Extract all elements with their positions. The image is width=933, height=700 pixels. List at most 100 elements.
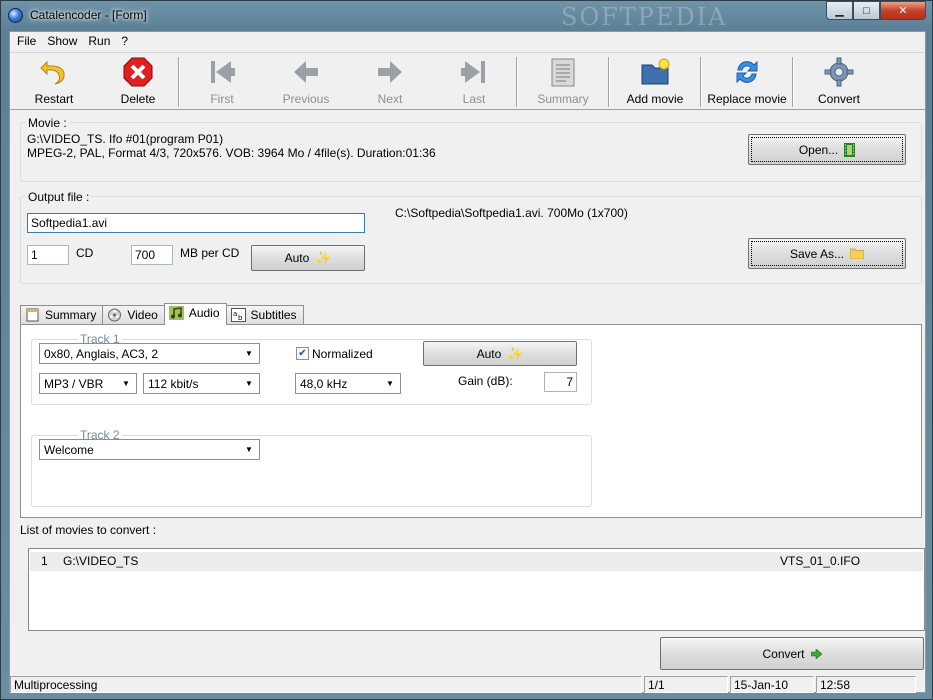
add-movie-label: Add movie [626,92,684,106]
first-icon [211,61,235,83]
restart-arrow-icon [40,60,65,85]
tab-summary-label: Summary [45,308,97,322]
movie-source: G:\VIDEO_TS. Ifo #01(program P01) [27,132,224,146]
movie-details: MPEG-2, PAL, Format 4/3, 720x576. VOB: 3… [27,146,436,160]
delete-label: Delete [120,92,156,106]
window-title: Catalencoder - [Form] [30,8,147,22]
output-auto-label: Auto [284,251,310,265]
menu-run[interactable]: Run [83,32,116,51]
movie-list[interactable]: 1 G:\VIDEO_TS VTS_01_0.IFO [28,548,925,631]
summary-tab-icon [26,308,39,322]
tab-subtitles[interactable]: ab Subtitles [225,305,304,325]
status-time: 12:58 [816,676,916,693]
cd-label: CD [76,246,94,260]
tab-summary[interactable]: Summary [20,305,104,325]
tab-audio[interactable]: Audio [163,303,227,325]
toolbar: Restart Delete First Previous Next Last … [10,52,925,110]
subtitles-ab-icon: ab [230,308,246,322]
replace-movie-button[interactable]: Replace movie [702,53,792,109]
menu-help[interactable]: ? [116,32,134,51]
maximize-button[interactable]: □ [853,1,880,20]
app-window: Catalencoder - [Form] SOFTPEDIA ▁ □ ✕ Fi… [0,0,933,700]
menu-file[interactable]: File [12,32,42,51]
summary-document-icon [551,58,575,87]
tab-audio-label: Audio [188,306,220,320]
cd-count-input[interactable]: 1 [27,245,69,265]
track2-stream-value: Welcome [44,443,94,457]
first-button[interactable]: First [180,53,264,109]
delete-x-icon [123,57,153,87]
output-group-label: Output file : [26,190,92,204]
track1-stream-value: 0x80, Anglais, AC3, 2 [44,347,159,361]
restart-button[interactable]: Restart [10,53,98,109]
codec-select[interactable]: MP3 / VBR ▼ [39,373,137,394]
gain-label: Gain (dB): [458,374,513,388]
tab-subtitles-label: Subtitles [250,308,297,322]
restart-label: Restart [34,92,74,106]
output-auto-button[interactable]: Auto ✨ [251,245,365,271]
output-path-info: C:\Softpedia\Softpedia1.avi. 700Mo (1x70… [395,206,628,220]
last-icon [461,61,485,83]
previous-label: Previous [282,92,330,106]
replace-movie-label: Replace movie [707,92,787,106]
movie-group-label: Movie : [26,116,69,130]
track2-stream-select[interactable]: Welcome ▼ [39,439,260,460]
track1-stream-select[interactable]: 0x80, Anglais, AC3, 2 ▼ [39,343,260,364]
last-label: Last [462,92,486,106]
magic-wand-icon: ✨ [507,345,524,361]
add-movie-folder-icon [641,58,670,85]
chevron-down-icon: ▼ [245,445,253,454]
mb-per-cd-input[interactable]: 700 [131,245,173,265]
svg-text:b: b [238,314,243,322]
title-bar[interactable]: Catalencoder - [Form] SOFTPEDIA ▁ □ ✕ [1,1,932,31]
app-globe-icon [8,8,23,23]
replace-refresh-icon [736,60,758,84]
previous-button[interactable]: Previous [264,53,348,109]
list-item[interactable]: 1 G:\VIDEO_TS VTS_01_0.IFO [30,552,923,571]
menu-bar: File Show Run ? [10,32,925,51]
summary-label: Summary [537,92,589,106]
samplerate-select[interactable]: 48,0 kHz ▼ [295,373,401,394]
save-as-label: Save As... [789,246,845,261]
codec-value: MP3 / VBR [44,377,104,391]
previous-arrow-icon [294,61,318,83]
add-movie-button[interactable]: Add movie [610,53,700,109]
chevron-down-icon: ▼ [245,349,253,358]
menu-show[interactable]: Show [42,32,83,51]
output-filename-input[interactable]: Softpedia1.avi [27,213,365,233]
convert-gear-icon [824,57,854,87]
status-page: 1/1 [644,676,728,693]
summary-button[interactable]: Summary [518,53,608,109]
status-date: 15-Jan-10 [730,676,814,693]
convert-button[interactable]: Convert [660,637,924,670]
movie-list-label: List of movies to convert : [20,523,157,537]
minimize-button[interactable]: ▁ [826,1,853,20]
list-item-file: VTS_01_0.IFO [780,554,861,568]
list-item-index: 1 [41,554,48,568]
normalized-label: Normalized [312,347,373,361]
status-mode: Multiprocessing [10,676,642,693]
gain-input[interactable]: 7 [544,372,577,392]
tab-video[interactable]: Video [102,305,165,325]
first-label: First [210,92,234,106]
film-icon [844,142,856,157]
last-button[interactable]: Last [432,53,516,109]
next-arrow-icon [378,61,402,83]
svg-text:a: a [233,310,237,318]
next-button[interactable]: Next [348,53,432,109]
audio-auto-button[interactable]: Auto ✨ [423,341,577,366]
bitrate-select[interactable]: 112 kbit/s ▼ [143,373,260,394]
open-button[interactable]: Open... [748,134,906,165]
music-note-icon [168,306,184,320]
delete-button[interactable]: Delete [98,53,178,109]
chevron-down-icon: ▼ [122,379,130,388]
softpedia-watermark: SOFTPEDIA [561,3,728,31]
settings-tabs: Summary Video Audio ab Subtitles [20,303,304,325]
close-button[interactable]: ✕ [880,1,926,20]
magic-wand-icon: ✨ [315,250,332,265]
client-area: File Show Run ? Restart Delete First Pre… [9,31,926,693]
next-label: Next [377,92,403,106]
normalized-checkbox[interactable]: ✔ [296,347,309,360]
save-as-button[interactable]: Save As... [748,238,906,269]
convert-toolbar-button[interactable]: Convert [794,53,884,109]
